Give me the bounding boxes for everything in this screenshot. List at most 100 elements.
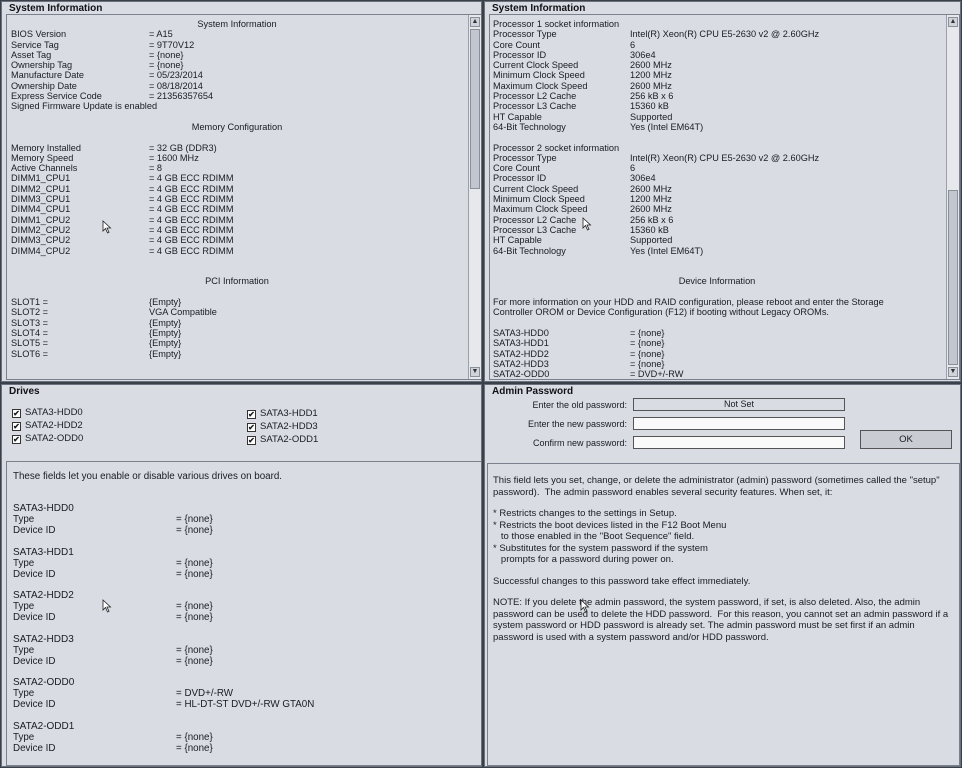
info-row: SATA2-ODD0 = DVD+/-RW <box>493 369 941 379</box>
info-row: SATA2-HDD2 = {none} <box>493 349 941 359</box>
info-row: Asset Tag = {none} <box>11 50 463 60</box>
drive-checkbox-sata2-odd1[interactable]: ✔ SATA2-ODD1 <box>247 434 318 445</box>
new-password-field[interactable] <box>633 417 845 430</box>
drive-attr-row: Device ID = {none} <box>13 612 477 623</box>
info-value: = 4 GB ECC RDIMM <box>149 194 234 205</box>
drive-checkbox-sata2-hdd2[interactable]: ✔ SATA2-HDD2 <box>12 420 83 431</box>
info-row: HT Capable Supported <box>493 235 941 245</box>
info-row: Manufacture Date = 05/23/2014 <box>11 70 463 80</box>
info-value: = {none} <box>149 49 184 60</box>
checkbox-check-icon[interactable]: ✔ <box>12 409 21 418</box>
old-password-field[interactable]: Not Set <box>633 398 845 411</box>
info-value: 2600 MHz <box>630 60 672 71</box>
info-row: Processor ID 306e4 <box>493 50 941 60</box>
drive-attr-value: = {none} <box>176 514 213 525</box>
vertical-scrollbar[interactable]: ▲ ▼ <box>468 15 481 379</box>
info-key: Current Clock Speed <box>493 183 579 194</box>
scroll-down-icon[interactable]: ▼ <box>470 367 480 377</box>
info-key: SATA2-ODD0 <box>493 369 550 379</box>
drive-attr-row: Device ID = {none} <box>13 743 477 754</box>
ok-button[interactable]: OK <box>860 430 952 449</box>
drive-attr-key: Device ID <box>13 742 56 754</box>
info-key: Processor ID <box>493 49 547 60</box>
info-value: 306e4 <box>630 49 656 60</box>
info-value: 6 <box>630 163 636 174</box>
drive-checkbox-sata3-hdd0[interactable]: ✔ SATA3-HDD0 <box>12 407 83 418</box>
info-key: Ownership Date <box>11 80 77 91</box>
info-value: = 32 GB (DDR3) <box>149 142 217 153</box>
info-value: = A15 <box>149 29 173 40</box>
drive-attr-row: Type = DVD+/-RW <box>13 688 477 699</box>
section-heading: Memory Configuration <box>191 121 283 132</box>
help-paragraph: NOTE: If you delete the admin password, … <box>493 597 951 643</box>
info-row: Core Count 6 <box>493 40 941 50</box>
info-key: Processor L3 Cache <box>493 101 577 112</box>
scroll-thumb[interactable] <box>948 190 958 365</box>
info-row: Express Service Code = 21356357654 <box>11 91 463 101</box>
info-value: Yes (Intel EM64T) <box>630 245 704 256</box>
drive-attr-key: Type <box>13 644 35 656</box>
info-row: Processor L3 Cache 15360 kB <box>493 101 941 111</box>
help-paragraph: * Restricts changes to the settings in S… <box>493 508 727 565</box>
info-key: Service Tag <box>11 39 59 50</box>
info-value: = 4 GB ECC RDIMM <box>149 214 234 225</box>
checkbox-check-icon[interactable]: ✔ <box>247 423 256 432</box>
system-info-left-content: System Information BIOS Version = A15 Servi… <box>7 15 467 379</box>
drive-attr-key: Device ID <box>13 699 56 710</box>
info-text: Controller OROM or Device Configuration … <box>493 307 829 318</box>
scroll-up-icon[interactable]: ▲ <box>470 17 480 27</box>
info-value: 15360 kB <box>630 224 669 235</box>
drive-checkbox-sata2-odd0[interactable]: ✔ SATA2-ODD0 <box>12 433 83 444</box>
info-key: Processor ID <box>493 173 547 184</box>
info-key: SLOT2 = <box>11 307 49 318</box>
checkbox-label: SATA3-HDD1 <box>260 408 318 419</box>
checkbox-check-icon[interactable]: ✔ <box>12 422 21 431</box>
drive-attr-row: Type = {none} <box>13 558 477 569</box>
drive-attr-row: Type = {none} <box>13 601 477 612</box>
drive-attr-value: = {none} <box>176 601 213 612</box>
section-heading: Device Information <box>678 276 756 287</box>
info-value: = 9T70V12 <box>149 39 195 50</box>
checkbox-check-icon[interactable]: ✔ <box>247 410 256 419</box>
drive-attr-key: Device ID <box>13 655 56 667</box>
section-heading: PCI Information <box>205 276 269 287</box>
help-paragraph: Successful changes to this password take… <box>493 575 751 587</box>
drive-checkbox-sata3-hdd1[interactable]: ✔ SATA3-HDD1 <box>247 408 318 419</box>
info-value: = {none} <box>149 60 184 71</box>
info-value: Intel(R) Xeon(R) CPU E5-2630 v2 @ 2.60GH… <box>630 29 820 40</box>
info-row: SLOT4 = {Empty} <box>11 328 463 338</box>
checkbox-check-icon[interactable]: ✔ <box>247 436 256 445</box>
info-value: {Empty} <box>149 348 182 359</box>
info-key: SLOT6 = <box>11 348 49 359</box>
info-value: 6 <box>630 39 636 50</box>
mouse-pointer-icon <box>102 599 112 613</box>
scroll-thumb[interactable] <box>470 29 480 189</box>
drive-attr-key: Device ID <box>13 568 56 580</box>
vertical-scrollbar[interactable]: ▲ ▼ <box>946 15 959 379</box>
info-row: DIMM2_CPU1 = 4 GB ECC RDIMM <box>11 184 463 194</box>
info-value: 15360 kB <box>630 101 669 112</box>
info-value: = 08/18/2014 <box>149 80 203 91</box>
drive-checkbox-sata2-hdd3[interactable]: ✔ SATA2-HDD3 <box>247 421 318 432</box>
admin-help-frame: This field lets you set, change, or dele… <box>487 463 960 766</box>
scroll-up-icon[interactable]: ▲ <box>948 17 958 27</box>
drive-detail-block: SATA3-HDD0 Type = {none} Device ID = {none} <box>13 503 477 536</box>
scroll-down-icon[interactable]: ▼ <box>948 367 958 377</box>
confirm-password-field[interactable] <box>633 436 845 449</box>
info-key: SLOT1 = <box>11 297 49 308</box>
checkbox-check-icon[interactable]: ✔ <box>12 435 21 444</box>
info-row: Ownership Date = 08/18/2014 <box>11 81 463 91</box>
info-row: Maximum Clock Speed 2600 MHz <box>493 204 941 214</box>
info-value: = 21356357654 <box>149 91 214 102</box>
system-info-left-panel: System Information System Information BIO… <box>1 1 482 382</box>
info-row: 64-Bit Technology Yes (Intel EM64T) <box>493 246 941 256</box>
drive-attr-value: = {none} <box>176 742 213 754</box>
info-row: DIMM3_CPU1 = 4 GB ECC RDIMM <box>11 194 463 204</box>
info-row: Active Channels = 8 <box>11 163 463 173</box>
drive-attr-value: = {none} <box>176 557 213 569</box>
